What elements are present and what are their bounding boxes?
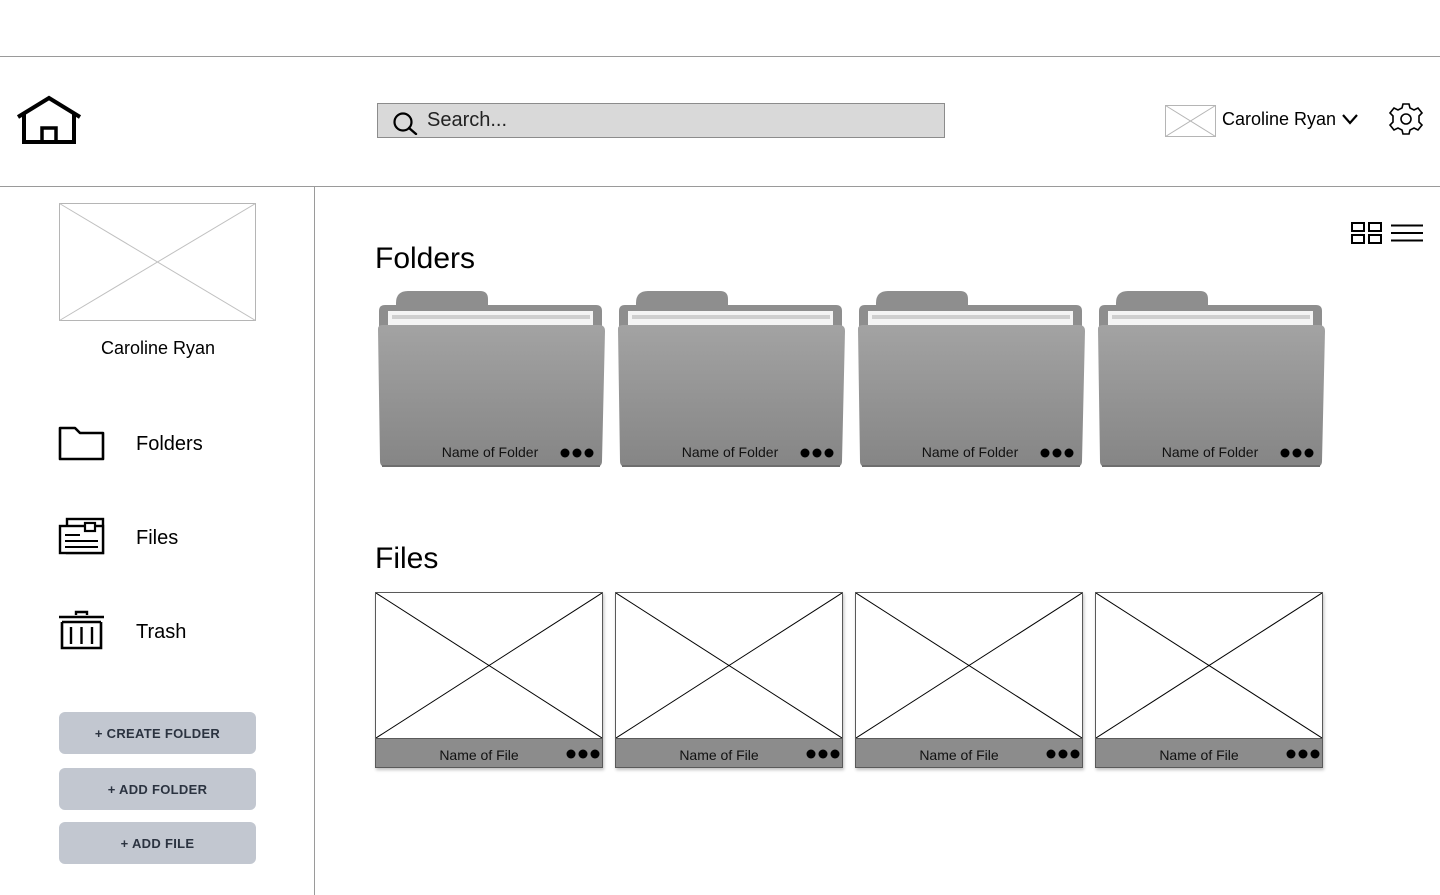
more-options-icon[interactable] [806,748,840,760]
folders-heading: Folders [375,242,476,275]
file-name: Name of File [439,747,519,763]
chevron-down-icon [1342,114,1358,125]
file-thumbnail [1096,593,1322,738]
file-thumbnail [376,593,602,738]
more-options-icon[interactable] [1046,748,1080,760]
add-file-button[interactable]: + ADD FILE [59,822,256,864]
search-bar[interactable] [377,103,945,138]
more-options-icon[interactable] [800,447,834,459]
file-card[interactable]: Name of File [855,592,1083,768]
sidebar-item-label: Trash [136,621,187,643]
file-name: Name of File [1159,747,1239,763]
file-card[interactable]: Name of File [1095,592,1323,768]
more-options-icon[interactable] [566,748,600,760]
profile-name: Caroline Ryan [100,338,216,358]
file-card[interactable]: Name of File [615,592,843,768]
sidebar-item-trash[interactable]: Trash [56,607,296,659]
list-view-button[interactable] [1391,224,1423,242]
avatar [1165,105,1216,137]
file-footer: Name of File [856,738,1082,767]
files-heading: Files [375,542,439,575]
settings-button[interactable] [1387,103,1425,135]
folder-graphic [618,291,845,467]
file-name: Name of File [679,747,759,763]
gear-icon [1388,103,1424,135]
file-card[interactable]: Name of File [375,592,603,768]
top-header: Caroline Ryan [0,57,1440,186]
profile-image [59,203,256,321]
sidebar-item-label: Files [136,527,179,549]
folder-name: Name of Folder [681,444,779,460]
folder-card[interactable]: Name of Folder [856,291,1086,469]
file-card-icon [58,517,105,555]
folder-graphic [858,291,1085,467]
folder-icon [58,426,105,461]
folder-name: Name of Folder [1161,444,1259,460]
file-footer: Name of File [376,738,602,767]
folder-graphic [1098,291,1325,467]
more-options-icon[interactable] [1280,447,1314,459]
folder-graphic [378,291,605,467]
folder-name: Name of Folder [441,444,539,460]
file-footer: Name of File [616,738,842,767]
sidebar: Caroline Ryan Folders Files Trash + CREA… [0,187,314,895]
sidebar-item-label: Folders [136,433,203,455]
file-thumbnail [616,593,842,738]
search-input[interactable] [427,106,927,135]
file-footer: Name of File [1096,738,1322,767]
home-icon [16,95,82,144]
folder-card[interactable]: Name of Folder [616,291,846,469]
trash-icon [59,610,104,650]
file-name: Name of File [919,747,999,763]
file-thumbnail [856,593,1082,738]
create-folder-button[interactable]: + CREATE FOLDER [59,712,256,754]
folder-name: Name of Folder [921,444,1019,460]
grid-view-icon [1351,222,1382,244]
more-options-icon[interactable] [1040,447,1074,459]
grid-view-button[interactable] [1351,222,1382,244]
sidebar-item-files[interactable]: Files [56,513,296,565]
home-button[interactable] [15,95,83,145]
sidebar-divider [314,187,315,895]
add-folder-button[interactable]: + ADD FOLDER [59,768,256,810]
sidebar-item-folders[interactable]: Folders [56,419,296,471]
folder-card[interactable]: Name of Folder [376,291,606,469]
more-options-icon[interactable] [1286,748,1320,760]
folder-card[interactable]: Name of Folder [1096,291,1326,469]
user-name: Caroline Ryan [1222,109,1337,129]
user-menu[interactable]: Caroline Ryan [1165,103,1365,137]
more-options-icon[interactable] [560,447,594,459]
list-view-icon [1391,224,1423,242]
search-icon [393,112,418,135]
